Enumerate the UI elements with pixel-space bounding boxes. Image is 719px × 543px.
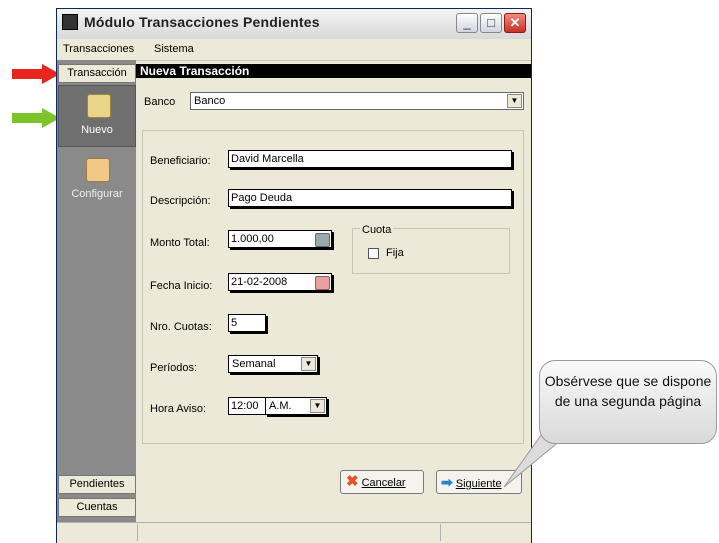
tab-cuentas[interactable]: Cuentas	[58, 498, 136, 517]
descripcion-label: Descripción:	[150, 195, 211, 207]
window-title: Módulo Transacciones Pendientes	[84, 14, 320, 30]
beneficiario-label: Beneficiario:	[150, 155, 211, 167]
beneficiario-input[interactable]: David Marcella	[228, 150, 512, 168]
chevron-down-icon[interactable]: ▼	[310, 399, 325, 413]
fecha-input[interactable]: 21-02-2008	[228, 273, 332, 291]
periodos-value: Semanal	[232, 358, 276, 370]
fija-checkbox[interactable]	[368, 248, 379, 259]
nav-configurar-label: Configurar	[71, 188, 123, 200]
nav-nuevo-label: Nuevo	[81, 124, 113, 136]
banco-select[interactable]: Banco ▼	[190, 92, 524, 110]
ampm-select[interactable]: A.M. ▼	[265, 397, 327, 415]
monto-input[interactable]: 1.000,00	[228, 230, 332, 248]
monto-value: 1.000,00	[231, 233, 274, 245]
menu-sistema[interactable]: Sistema	[154, 43, 194, 55]
cuotas-input[interactable]: 5	[228, 314, 266, 332]
close-button[interactable]: ✕	[504, 13, 526, 33]
cuotas-label: Nro. Cuotas:	[150, 321, 212, 333]
red-arrow-icon	[12, 64, 60, 84]
form-header: Nueva Transacción	[136, 64, 531, 78]
monto-label: Monto Total:	[150, 237, 210, 249]
tab-pendientes[interactable]: Pendientes	[58, 475, 136, 494]
ampm-value: A.M.	[269, 400, 292, 412]
status-divider	[440, 524, 441, 541]
fija-label: Fija	[386, 247, 404, 259]
tab-transaccion[interactable]: Transacción	[58, 64, 136, 83]
fecha-value: 21-02-2008	[231, 276, 288, 288]
fecha-label: Fecha Inicio:	[150, 280, 213, 292]
status-divider	[137, 524, 138, 541]
menu-transacciones[interactable]: Transacciones	[63, 43, 134, 55]
calendar-icon[interactable]	[315, 276, 330, 290]
banco-label: Banco	[144, 96, 176, 108]
cancel-label: Cancelar	[361, 477, 406, 489]
cuota-group-label: Cuota	[360, 224, 394, 236]
app-icon	[62, 14, 78, 30]
green-arrow-icon	[12, 108, 60, 128]
chevron-down-icon[interactable]: ▼	[507, 94, 522, 108]
chevron-down-icon[interactable]: ▼	[301, 357, 316, 371]
descripcion-input[interactable]: Pago Deuda	[228, 189, 512, 207]
arrow-right-icon: ➡	[441, 474, 453, 490]
banco-value: Banco	[194, 95, 226, 107]
next-label: Siguiente	[455, 478, 502, 490]
status-bar	[57, 522, 531, 543]
maximize-button[interactable]: □	[480, 13, 502, 33]
hora-input[interactable]: 12:00	[228, 397, 266, 415]
calculator-icon[interactable]	[315, 233, 330, 247]
configure-icon	[86, 158, 110, 182]
nav-configurar-button[interactable]: Configurar	[58, 150, 136, 212]
nav-nuevo-button[interactable]: Nuevo	[58, 85, 136, 147]
periodos-select[interactable]: Semanal ▼	[228, 355, 318, 373]
periodos-label: Períodos:	[150, 362, 198, 374]
callout-bubble: Obsérvese que se dispone de una segunda …	[539, 360, 717, 444]
minimize-button[interactable]: _	[456, 13, 478, 33]
cancel-button[interactable]: ✖ Cancelar	[340, 470, 424, 494]
new-folder-icon	[87, 94, 111, 118]
hora-label: Hora Aviso:	[150, 403, 207, 415]
cancel-icon: ✖	[346, 473, 359, 490]
